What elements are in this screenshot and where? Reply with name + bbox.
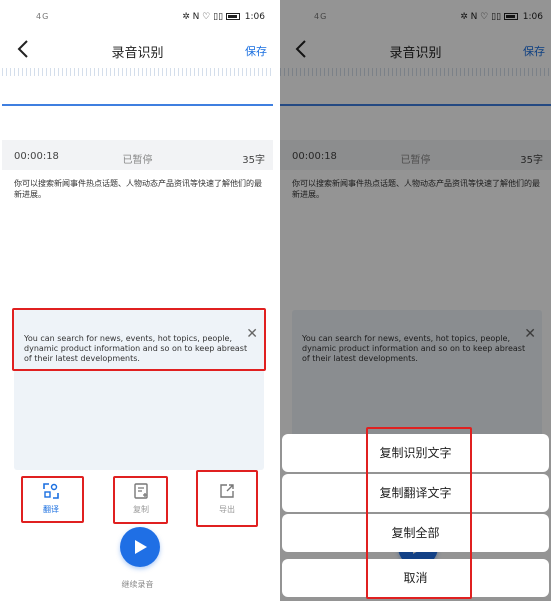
right-screen: 4G ✲ N ♡ ▯▯ 1:06 录音识别 保存 00:00:18 已暂停 35… [280, 0, 551, 601]
cancel-button[interactable]: 取消 [282, 559, 549, 597]
status-time: 1:06 [244, 12, 265, 22]
continue-record-button[interactable] [120, 527, 160, 567]
translation-text[interactable]: You can search for news, events, hot top… [24, 334, 254, 364]
copy-translated-button[interactable]: 复制翻译文字 [282, 474, 549, 512]
transcript-text[interactable]: 你可以搜索新闻事件热点话题、人物动态产品资讯等快速了解他们的最新进展。 [14, 178, 262, 200]
timeline-ruler [2, 68, 273, 76]
top-nav: 录音识别 保存 [2, 32, 273, 68]
copy-label: 复制 [133, 505, 149, 514]
continue-label: 继续录音 [121, 580, 154, 589]
export-icon [220, 484, 234, 498]
battery-icon [225, 13, 240, 20]
translate-icon [43, 483, 59, 499]
status-icons: ✲ N ♡ ▯▯ [182, 12, 224, 22]
left-screen: 4G ✲ N ♡ ▯▯ 1:06 录音识别 保存 00:00:18 已暂停 35… [2, 0, 273, 601]
translate-label: 翻译 [43, 505, 59, 514]
char-count: 35字 [242, 155, 265, 166]
page-title: 录音识别 [111, 46, 164, 61]
translation-panel: ✕ You can search for news, events, hot t… [14, 310, 264, 470]
export-label: 导出 [219, 505, 235, 514]
copy-button[interactable]: 复制 [116, 482, 166, 515]
save-button[interactable]: 保存 [245, 43, 267, 59]
copy-icon [134, 483, 148, 499]
status-bar: 4G ✲ N ♡ ▯▯ 1:06 [2, 0, 273, 30]
status-right: ✲ N ♡ ▯▯ 1:06 [182, 12, 265, 22]
export-button[interactable]: 导出 [202, 482, 252, 515]
recording-state: 已暂停 [122, 155, 153, 166]
copy-all-button[interactable]: 复制全部 [282, 514, 549, 552]
translate-button[interactable]: 翻译 [26, 482, 76, 515]
waveform-line [2, 104, 273, 106]
signal-indicator: 4G [36, 12, 50, 21]
play-icon [135, 540, 147, 554]
copy-recognized-button[interactable]: 复制识别文字 [282, 434, 549, 472]
